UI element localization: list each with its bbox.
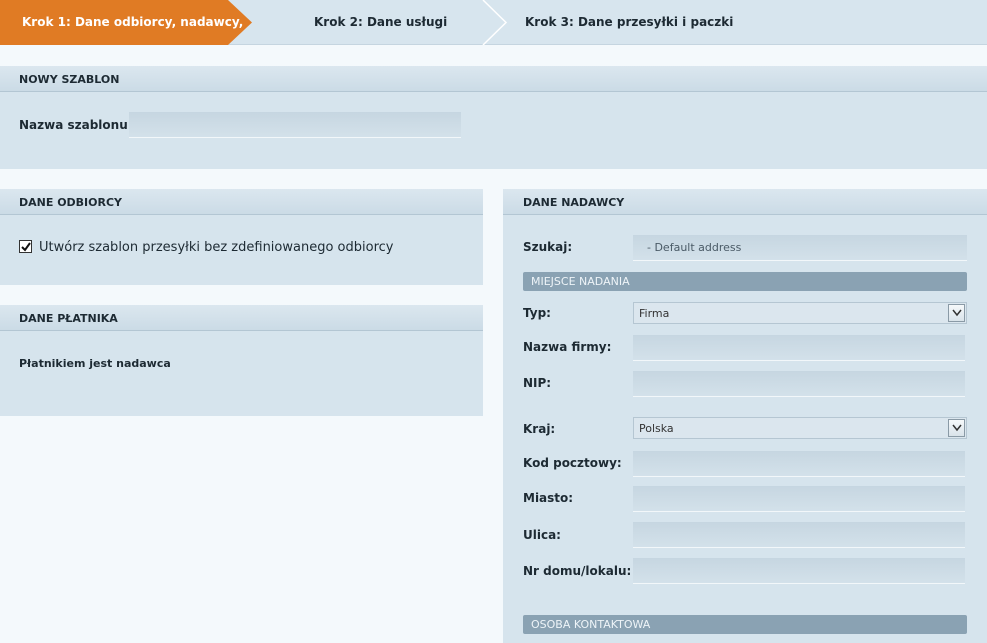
city-input[interactable] [633, 486, 965, 512]
search-label: Szukaj: [523, 240, 573, 254]
nip-label: NIP: [523, 376, 552, 390]
recipient-title: DANE ODBIORCY [0, 189, 483, 215]
payer-text: Płatnikiem jest nadawca [19, 357, 171, 370]
no-recipient-checkbox[interactable] [19, 240, 32, 253]
house-number-input[interactable] [633, 558, 965, 584]
wizard-steps: Krok 1: Dane odbiorcy, nadawcy, Krok 2: … [0, 0, 987, 45]
street-label: Ulica: [523, 528, 561, 542]
street-input[interactable] [633, 522, 965, 548]
company-name-input[interactable] [633, 335, 965, 361]
sender-title: DANE NADAWCY [503, 189, 987, 215]
country-label: Kraj: [523, 422, 556, 436]
country-select[interactable]: Polska [633, 417, 967, 439]
city-label: Miasto: [523, 491, 574, 505]
contact-person-section-header: OSOBA KONTAKTOWA [523, 615, 967, 634]
step-separator-chevron [482, 0, 508, 45]
type-select[interactable]: Firma [633, 302, 967, 324]
sender-panel: DANE NADAWCY Szukaj: - Default address M… [503, 189, 987, 643]
origin-section-header: MIEJSCE NADANIA [523, 272, 967, 291]
new-template-panel: NOWY SZABLON Nazwa szablonu: [0, 66, 987, 169]
chevron-down-icon [952, 424, 962, 432]
type-select-value: Firma [639, 307, 670, 320]
step-1-label: Krok 1: Dane odbiorcy, nadawcy, [22, 15, 244, 29]
new-template-title: NOWY SZABLON [0, 66, 987, 92]
template-name-input[interactable] [129, 112, 461, 138]
type-dropdown-button[interactable] [948, 304, 965, 322]
address-search-value: - Default address [647, 241, 742, 254]
step-2-tab[interactable]: Krok 2: Dane usługi [314, 0, 447, 45]
step-3-label: Krok 3: Dane przesyłki i paczki [525, 15, 734, 29]
address-search-input[interactable]: - Default address [633, 235, 967, 261]
recipient-panel: DANE ODBIORCY Utwórz szablon przesyłki b… [0, 189, 483, 285]
checkmark-icon [21, 242, 31, 252]
template-name-label: Nazwa szablonu: [19, 118, 133, 132]
country-dropdown-button[interactable] [948, 419, 965, 437]
step-1-tab[interactable]: Krok 1: Dane odbiorcy, nadawcy, [0, 0, 252, 45]
step-2-label: Krok 2: Dane usługi [314, 15, 448, 29]
chevron-down-icon [952, 309, 962, 317]
postal-code-label: Kod pocztowy: [523, 456, 622, 470]
type-label: Typ: [523, 306, 551, 320]
nip-input[interactable] [633, 371, 965, 397]
company-name-label: Nazwa firmy: [523, 340, 612, 354]
payer-title: DANE PŁATNIKA [0, 305, 483, 331]
postal-code-input[interactable] [633, 451, 965, 477]
step-3-tab[interactable]: Krok 3: Dane przesyłki i paczki [525, 0, 733, 45]
no-recipient-checkbox-label: Utwórz szablon przesyłki bez zdefiniowan… [39, 240, 394, 255]
payer-panel: DANE PŁATNIKA Płatnikiem jest nadawca [0, 305, 483, 416]
country-select-value: Polska [639, 422, 674, 435]
house-number-label: Nr domu/lokalu: [523, 564, 632, 578]
